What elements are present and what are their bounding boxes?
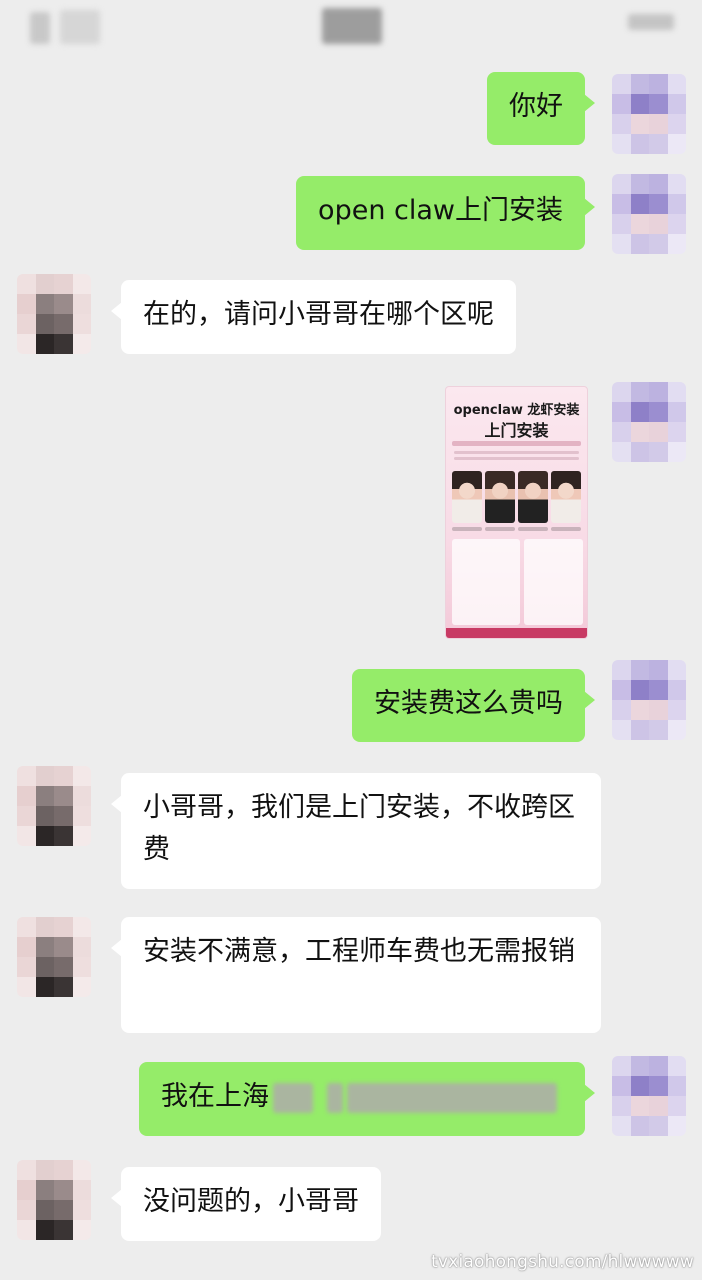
engineer-photo (551, 471, 581, 523)
message-bubble-sent[interactable]: 我在上海 (139, 1062, 595, 1136)
engineer-photo (518, 471, 548, 523)
my-avatar[interactable] (612, 174, 686, 254)
redacted-text (327, 1082, 343, 1113)
more-options-redacted[interactable] (628, 14, 674, 30)
my-avatar[interactable] (612, 74, 686, 154)
redacted-text (273, 1082, 313, 1113)
message-bubble-received[interactable]: 小哥哥，我们是上门安装，不收跨区费 (111, 773, 601, 889)
poster-text-line (454, 451, 579, 454)
message-bubble-sent[interactable]: 你好 (487, 72, 595, 145)
redacted-text (347, 1082, 557, 1113)
message-bubble-sent[interactable]: 安装费这么贵吗 (352, 669, 595, 742)
my-avatar[interactable] (612, 660, 686, 740)
poster-subtitle: 上门安装 (484, 421, 549, 440)
message-bubble-received[interactable]: 没问题的，小哥哥 (111, 1167, 381, 1241)
poster-text-line (454, 457, 579, 460)
engineer-photo (452, 471, 482, 523)
contact-avatar[interactable] (17, 1160, 91, 1240)
my-avatar[interactable] (612, 1056, 686, 1136)
poster-image-message[interactable]: openclaw 龙虾安装 上门安装 (445, 386, 588, 639)
contact-avatar[interactable] (17, 274, 91, 354)
engineer-photo (485, 471, 515, 523)
poster-photo-labels (452, 527, 581, 531)
contact-avatar[interactable] (17, 766, 91, 846)
poster-price-box (524, 539, 583, 625)
chat-title-redacted (322, 8, 382, 44)
chat-header (0, 0, 702, 60)
poster-info-box (452, 539, 520, 625)
back-button-redacted[interactable] (30, 12, 50, 44)
message-bubble-sent[interactable]: open claw上门安装 (296, 176, 595, 250)
poster-tagline (452, 441, 581, 446)
poster-title: openclaw 龙虾安装 (453, 403, 580, 418)
contact-avatar[interactable] (17, 917, 91, 997)
header-redacted (60, 10, 100, 44)
poster-engineer-photos (452, 471, 581, 523)
message-bubble-received[interactable]: 在的，请问小哥哥在哪个区呢 (111, 280, 516, 354)
poster-footer (446, 628, 587, 638)
watermark: tvxiaohongshu.com/hlwwwww (431, 1252, 694, 1272)
message-bubble-received[interactable]: 安装不满意，工程师车费也无需报销 (111, 917, 601, 1033)
my-avatar[interactable] (612, 382, 686, 462)
message-text: 我在上海 (161, 1081, 269, 1112)
